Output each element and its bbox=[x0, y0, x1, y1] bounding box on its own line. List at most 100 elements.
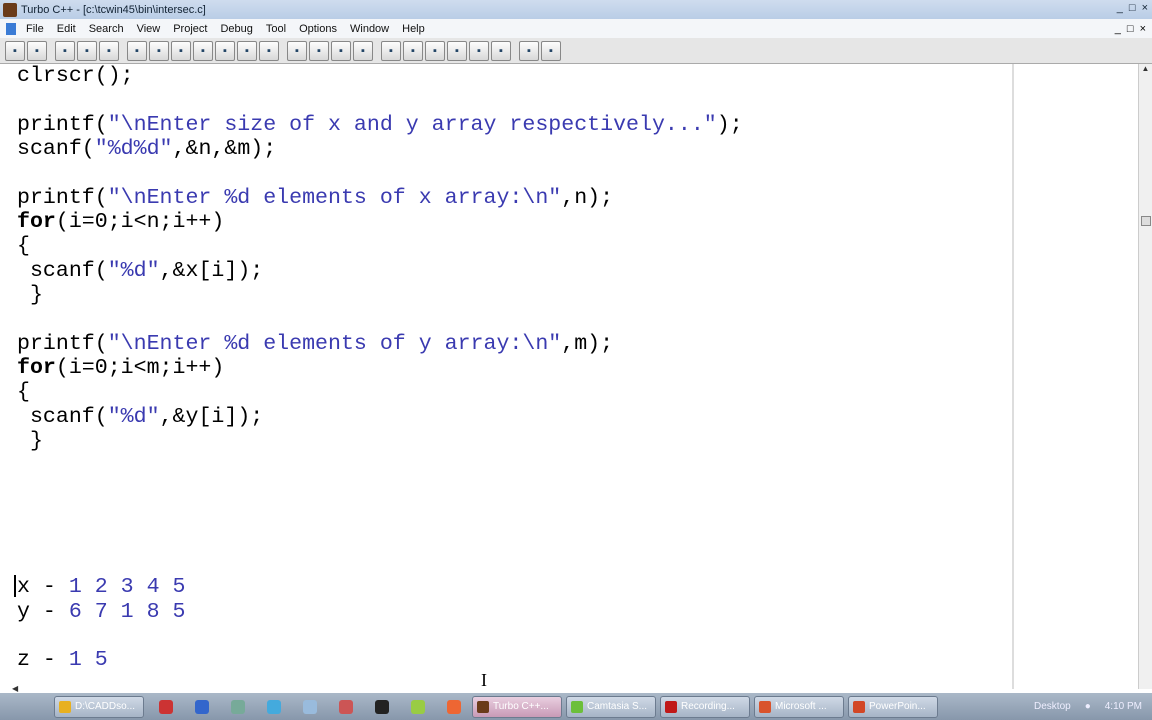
paste-button[interactable]: ▪ bbox=[353, 40, 373, 61]
scroll-thumb[interactable] bbox=[1141, 216, 1151, 226]
taskbar: D:\CADDso... Turbo C++... Camtasia S... Rec… bbox=[0, 693, 1152, 720]
window-cascade-button[interactable]: ▪ bbox=[541, 40, 561, 61]
make-button[interactable]: ▪ bbox=[127, 40, 147, 61]
taskbar-button[interactable]: Camtasia S... bbox=[566, 695, 656, 718]
code-token: ,&y[i]); bbox=[159, 404, 264, 429]
new-file-icon: ▪ bbox=[85, 44, 89, 57]
menu-file[interactable]: File bbox=[26, 23, 44, 35]
document-icon[interactable] bbox=[303, 699, 317, 714]
run-icon: ▪ bbox=[201, 44, 205, 57]
scroll-left-icon[interactable]: ◀ bbox=[12, 684, 18, 693]
inspect-button[interactable]: ▪ bbox=[469, 40, 489, 61]
code-token: y - bbox=[17, 599, 69, 624]
vertical-scrollbar[interactable]: ▲ bbox=[1138, 64, 1152, 689]
taskbar-button[interactable]: Turbo C++... bbox=[472, 695, 562, 718]
code-token: 6 7 1 8 5 bbox=[68, 599, 186, 624]
doc-minimize-button[interactable]: _ bbox=[1115, 23, 1121, 35]
code-token: "\nEnter %d elements of x array:\n" bbox=[107, 185, 562, 210]
save-project-icon: ▪ bbox=[35, 44, 39, 57]
open-project-button[interactable]: ▪ bbox=[5, 40, 25, 61]
network-icon[interactable] bbox=[267, 699, 281, 714]
breakpoint-button[interactable]: ▪ bbox=[259, 40, 279, 61]
taskbar-button[interactable]: Recording... bbox=[660, 695, 750, 718]
save-project-button[interactable]: ▪ bbox=[27, 40, 47, 61]
firefox-icon[interactable] bbox=[447, 699, 461, 714]
run-button[interactable]: ▪ bbox=[193, 40, 213, 61]
open-project-icon: ▪ bbox=[13, 44, 17, 57]
scroll-up-icon[interactable]: ▲ bbox=[1139, 64, 1152, 73]
taskbar-button[interactable]: Microsoft ... bbox=[754, 695, 844, 718]
compile-button[interactable]: ▪ bbox=[149, 40, 169, 61]
paste-icon: ▪ bbox=[361, 44, 365, 57]
trace-button[interactable]: ▪ bbox=[237, 40, 257, 61]
open-file-button[interactable]: ▪ bbox=[55, 40, 75, 61]
maximize-button[interactable]: □ bbox=[1129, 2, 1136, 14]
cut-button[interactable]: ▪ bbox=[309, 40, 329, 61]
save-file-button[interactable]: ▪ bbox=[99, 40, 119, 61]
code-text[interactable]: clrscr(); printf("\nEnter size of x and y… bbox=[17, 64, 743, 673]
menu-options[interactable]: Options bbox=[299, 23, 337, 35]
taskbar-button[interactable]: D:\CADDso... bbox=[54, 695, 144, 718]
code-token: scanf( bbox=[17, 258, 108, 283]
text-caret bbox=[14, 575, 16, 597]
window-tile-button[interactable]: ▪ bbox=[519, 40, 539, 61]
minimize-button[interactable]: _ bbox=[1117, 2, 1123, 14]
search-again-button[interactable]: ▪ bbox=[425, 40, 445, 61]
code-token: printf( bbox=[17, 331, 108, 356]
powerpoint-icon[interactable] bbox=[339, 699, 353, 714]
goto-line-icon: ▪ bbox=[455, 44, 459, 57]
goto-line-button[interactable]: ▪ bbox=[447, 40, 467, 61]
menu-help[interactable]: Help bbox=[402, 23, 425, 35]
cut-icon: ▪ bbox=[317, 44, 321, 57]
doc-restore-button[interactable]: □ bbox=[1127, 23, 1134, 35]
right-margin-line bbox=[1012, 64, 1014, 689]
close-button[interactable]: × bbox=[1142, 2, 1148, 14]
media-icon[interactable] bbox=[231, 699, 245, 714]
taskbar-button[interactable]: PowerPoin... bbox=[848, 695, 938, 718]
code-line: } bbox=[17, 283, 743, 307]
tray-network-icon[interactable]: ● bbox=[1085, 701, 1091, 712]
step-button[interactable]: ▪ bbox=[215, 40, 235, 61]
code-line: printf("\nEnter %d elements of y array:\… bbox=[17, 332, 743, 356]
app2-icon[interactable] bbox=[375, 699, 389, 714]
document-icon[interactable] bbox=[6, 22, 16, 35]
make-icon: ▪ bbox=[135, 44, 139, 57]
toolbar: ▪ ▪ ▪ ▪ ▪ ▪ ▪ ▪ ▪ ▪ ▪ ▪ ▪ ▪ ▪ ▪ ▪ ▪ ▪ ▪ ▪ ▪ ▪ ▪ bbox=[0, 38, 1152, 64]
folder-icon[interactable] bbox=[411, 699, 425, 714]
code-line: clrscr(); bbox=[17, 64, 743, 88]
code-token: ,m); bbox=[561, 331, 614, 356]
step-icon: ▪ bbox=[223, 44, 227, 57]
menu-view[interactable]: View bbox=[137, 23, 161, 35]
acrobat-icon[interactable] bbox=[159, 699, 173, 714]
code-token: "\nEnter %d elements of y array:\n" bbox=[107, 331, 562, 356]
trace-icon: ▪ bbox=[245, 44, 249, 57]
code-token: scanf( bbox=[17, 137, 95, 162]
clock[interactable]: 4:10 PM bbox=[1105, 701, 1142, 712]
menu-search[interactable]: Search bbox=[89, 23, 124, 35]
new-file-button[interactable]: ▪ bbox=[77, 40, 97, 61]
app-icon[interactable] bbox=[195, 699, 209, 714]
build-button[interactable]: ▪ bbox=[171, 40, 191, 61]
evaluate-button[interactable]: ▪ bbox=[491, 40, 511, 61]
menu-debug[interactable]: Debug bbox=[220, 23, 252, 35]
doc-close-button[interactable]: × bbox=[1140, 23, 1146, 35]
menu-window[interactable]: Window bbox=[350, 23, 389, 35]
mouse-ibeam-cursor: I bbox=[481, 670, 487, 690]
undo-button[interactable]: ▪ bbox=[287, 40, 307, 61]
code-line: printf("\nEnter size of x and y array re… bbox=[17, 113, 743, 137]
code-line: scanf("%d",&y[i]); bbox=[17, 405, 743, 429]
desktop-toolbar-label[interactable]: Desktop bbox=[1034, 701, 1071, 712]
search-again-icon: ▪ bbox=[433, 44, 437, 57]
copy-button[interactable]: ▪ bbox=[331, 40, 351, 61]
task-app-icon bbox=[477, 700, 489, 713]
task-label: Recording... bbox=[681, 701, 735, 712]
replace-button[interactable]: ▪ bbox=[403, 40, 423, 61]
menu-project[interactable]: Project bbox=[173, 23, 207, 35]
find-button[interactable]: ▪ bbox=[381, 40, 401, 61]
horizontal-scrollbar[interactable]: ◀ bbox=[0, 684, 1138, 693]
menu-tool[interactable]: Tool bbox=[266, 23, 286, 35]
menu-edit[interactable]: Edit bbox=[57, 23, 76, 35]
